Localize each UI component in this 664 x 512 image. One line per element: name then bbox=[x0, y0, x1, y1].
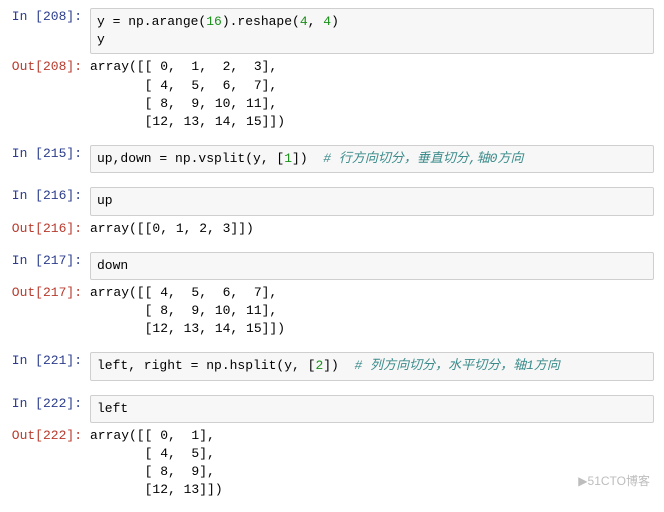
in-label: In bbox=[12, 253, 35, 268]
code-number: 4 bbox=[300, 14, 308, 29]
out-prompt: Out[208]: bbox=[10, 58, 90, 131]
cell-number: 216 bbox=[43, 188, 66, 203]
out-label: Out bbox=[12, 59, 35, 74]
code-comment: # 列方向切分，水平切分，轴1方向 bbox=[354, 358, 559, 373]
code-text: down bbox=[97, 258, 128, 273]
code-number: 4 bbox=[323, 14, 331, 29]
output-cell: Out[208]: array([[ 0, 1, 2, 3], [ 4, 5, … bbox=[10, 58, 654, 131]
code-input[interactable]: up,down = np.vsplit(y, [1]) # 行方向切分，垂直切分… bbox=[90, 145, 654, 173]
cell-number: 222 bbox=[43, 428, 66, 443]
cell-number: 216 bbox=[43, 221, 66, 236]
in-label: In bbox=[12, 188, 35, 203]
cell-number: 217 bbox=[43, 285, 66, 300]
input-cell: In [222]: left bbox=[10, 395, 654, 423]
output-cell: Out[222]: array([[ 0, 1], [ 4, 5], [ 8, … bbox=[10, 427, 654, 500]
cell-number: 208 bbox=[43, 59, 66, 74]
code-comment: # 行方向切分，垂直切分,轴0方向 bbox=[323, 151, 523, 166]
code-input[interactable]: y = np.arange(16).reshape(4, 4) y bbox=[90, 8, 654, 54]
out-label: Out bbox=[12, 285, 35, 300]
in-prompt: In [215]: bbox=[10, 145, 90, 173]
code-text: left bbox=[97, 401, 128, 416]
cell-number: 221 bbox=[43, 353, 66, 368]
code-text: up bbox=[97, 193, 113, 208]
in-prompt: In [217]: bbox=[10, 252, 90, 280]
out-prompt: Out[217]: bbox=[10, 284, 90, 339]
output-text: array([[ 0, 1], [ 4, 5], [ 8, 9], [12, 1… bbox=[90, 427, 654, 500]
in-prompt: In [208]: bbox=[10, 8, 90, 54]
cell-number: 222 bbox=[43, 396, 66, 411]
code-input[interactable]: left, right = np.hsplit(y, [2]) # 列方向切分，… bbox=[90, 352, 654, 380]
code-input[interactable]: up bbox=[90, 187, 654, 215]
cell-number: 208 bbox=[43, 9, 66, 24]
in-label: In bbox=[12, 396, 35, 411]
code-text: , bbox=[308, 14, 324, 29]
code-input[interactable]: left bbox=[90, 395, 654, 423]
input-cell: In [215]: up,down = np.vsplit(y, [1]) # … bbox=[10, 145, 654, 173]
input-cell: In [208]: y = np.arange(16).reshape(4, 4… bbox=[10, 8, 654, 54]
code-text: left, right = np.hsplit(y, [ bbox=[97, 358, 315, 373]
code-text: up,down = np.vsplit(y, [ bbox=[97, 151, 284, 166]
in-prompt: In [216]: bbox=[10, 187, 90, 215]
code-input[interactable]: down bbox=[90, 252, 654, 280]
out-prompt: Out[216]: bbox=[10, 220, 90, 238]
output-cell: Out[217]: array([[ 4, 5, 6, 7], [ 8, 9, … bbox=[10, 284, 654, 339]
output-text: array([[ 4, 5, 6, 7], [ 8, 9, 10, 11], [… bbox=[90, 284, 654, 339]
code-text: ]) bbox=[292, 151, 323, 166]
code-number: 1 bbox=[284, 151, 292, 166]
out-prompt: Out[222]: bbox=[10, 427, 90, 500]
input-cell: In [216]: up bbox=[10, 187, 654, 215]
input-cell: In [221]: left, right = np.hsplit(y, [2]… bbox=[10, 352, 654, 380]
output-text: array([[ 0, 1, 2, 3], [ 4, 5, 6, 7], [ 8… bbox=[90, 58, 654, 131]
cell-number: 215 bbox=[43, 146, 66, 161]
code-text: y = np.arange( bbox=[97, 14, 206, 29]
in-prompt: In [221]: bbox=[10, 352, 90, 380]
in-label: In bbox=[12, 9, 35, 24]
code-text: ).reshape( bbox=[222, 14, 300, 29]
in-label: In bbox=[12, 353, 35, 368]
in-label: In bbox=[12, 146, 35, 161]
input-cell: In [217]: down bbox=[10, 252, 654, 280]
code-number: 16 bbox=[206, 14, 222, 29]
out-label: Out bbox=[12, 221, 35, 236]
output-text: array([[0, 1, 2, 3]]) bbox=[90, 220, 654, 238]
output-cell: Out[216]: array([[0, 1, 2, 3]]) bbox=[10, 220, 654, 238]
out-label: Out bbox=[12, 428, 35, 443]
code-text: ]) bbox=[323, 358, 354, 373]
cell-number: 217 bbox=[43, 253, 66, 268]
in-prompt: In [222]: bbox=[10, 395, 90, 423]
